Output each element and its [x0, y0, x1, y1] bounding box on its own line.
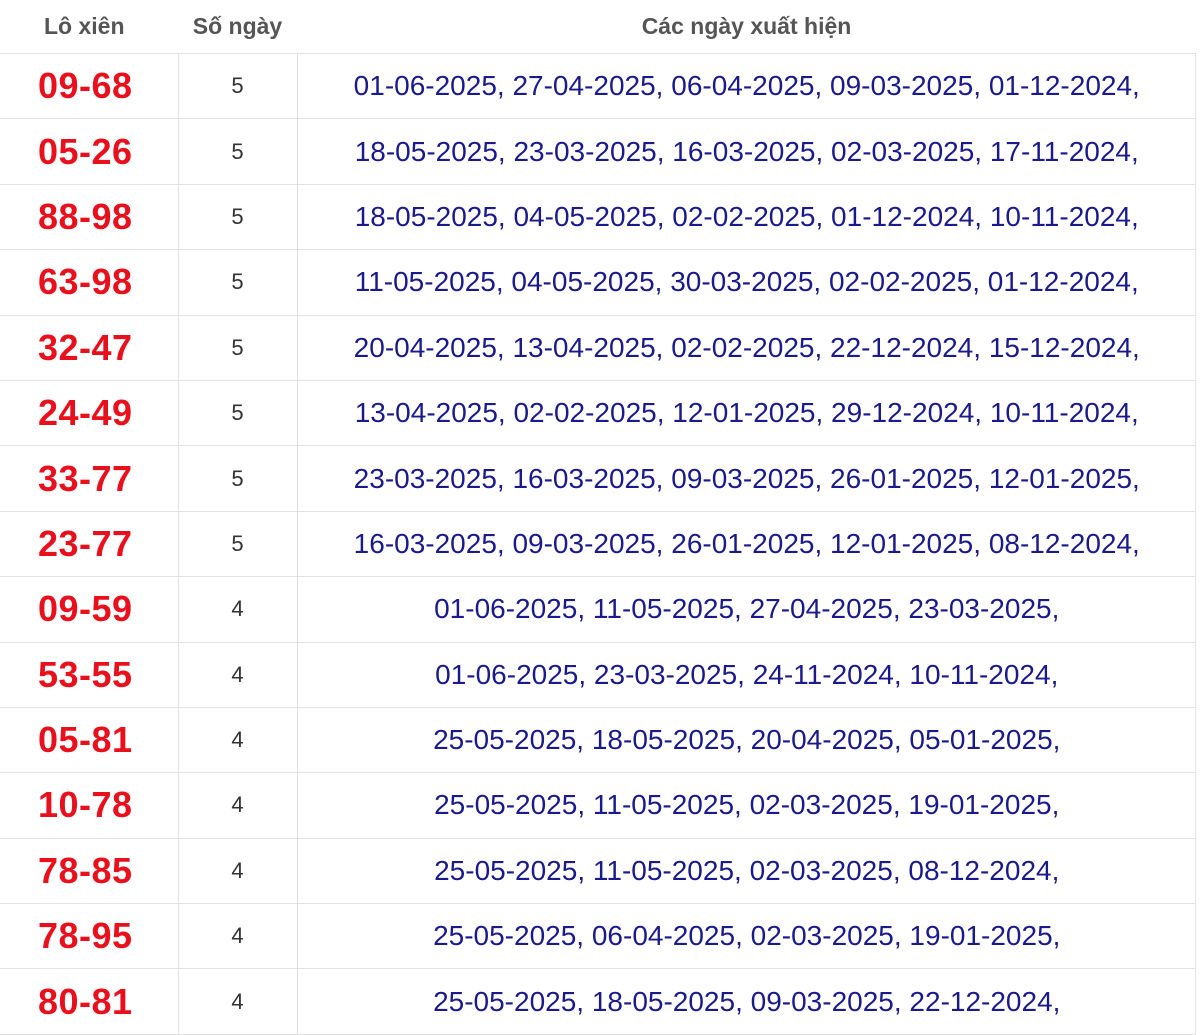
pair-cell: 10-78	[0, 772, 179, 839]
pair-cell: 23-77	[0, 511, 179, 578]
day-count-cell: 4	[178, 642, 298, 708]
table-row: 09-59 4 01-06-2025, 11-05-2025, 27-04-2025…	[0, 576, 1196, 643]
table-row: 05-26 5 18-05-2025, 23-03-2025, 16-03-2025…	[0, 118, 1196, 185]
day-count-cell: 5	[178, 445, 298, 512]
header-count: Số ngày	[178, 0, 297, 54]
dates-cell: 13-04-2025, 02-02-2025, 12-01-2025, 29-1…	[297, 380, 1196, 447]
table-row: 53-55 4 01-06-2025, 23-03-2025, 24-11-2024…	[0, 642, 1196, 708]
pair-cell: 24-49	[0, 380, 179, 447]
day-count-cell: 5	[178, 249, 298, 316]
table-row: 78-95 4 25-05-2025, 06-04-2025, 02-03-2025…	[0, 903, 1196, 970]
table-row: 05-81 4 25-05-2025, 18-05-2025, 20-04-2025…	[0, 707, 1196, 774]
day-count-cell: 4	[178, 968, 298, 1035]
dates-cell: 16-03-2025, 09-03-2025, 26-01-2025, 12-0…	[297, 511, 1196, 578]
header-dates: Các ngày xuất hiện	[297, 0, 1196, 54]
day-count-cell: 4	[178, 707, 298, 774]
pair-cell: 80-81	[0, 968, 179, 1035]
dates-cell: 01-06-2025, 11-05-2025, 27-04-2025, 23-0…	[297, 576, 1196, 643]
table-row: 23-77 5 16-03-2025, 09-03-2025, 26-01-2025…	[0, 511, 1196, 578]
day-count-cell: 4	[178, 838, 298, 905]
dates-cell: 11-05-2025, 04-05-2025, 30-03-2025, 02-0…	[297, 249, 1196, 316]
dates-cell: 23-03-2025, 16-03-2025, 09-03-2025, 26-0…	[297, 445, 1196, 512]
day-count-cell: 4	[178, 576, 298, 643]
table-row: 80-81 4 25-05-2025, 18-05-2025, 09-03-2025…	[0, 968, 1196, 1035]
table-row: 32-47 5 20-04-2025, 13-04-2025, 02-02-2025…	[0, 315, 1196, 381]
day-count-cell: 5	[178, 118, 298, 185]
header-pair: Lô xiên	[0, 0, 178, 54]
table-row: 63-98 5 11-05-2025, 04-05-2025, 30-03-2025…	[0, 249, 1196, 316]
day-count-cell: 4	[178, 903, 298, 970]
header-row: Lô xiên Số ngày Các ngày xuất hiện	[0, 0, 1196, 54]
pair-cell: 88-98	[0, 184, 179, 251]
dates-cell: 18-05-2025, 23-03-2025, 16-03-2025, 02-0…	[297, 118, 1196, 185]
pair-cell: 05-81	[0, 707, 179, 774]
table-row: 24-49 5 13-04-2025, 02-02-2025, 12-01-2025…	[0, 380, 1196, 447]
pair-cell: 78-85	[0, 838, 179, 905]
pair-cell: 33-77	[0, 445, 179, 512]
day-count-cell: 5	[178, 315, 298, 381]
table-row: 33-77 5 23-03-2025, 16-03-2025, 09-03-2025…	[0, 445, 1196, 512]
table-row: 88-98 5 18-05-2025, 04-05-2025, 02-02-2025…	[0, 184, 1196, 251]
table-row: 09-68 5 01-06-2025, 27-04-2025, 06-04-2025…	[0, 53, 1196, 120]
table-row: 10-78 4 25-05-2025, 11-05-2025, 02-03-2025…	[0, 772, 1196, 839]
pair-cell: 09-59	[0, 576, 179, 643]
table-body: 09-68 5 01-06-2025, 27-04-2025, 06-04-2025…	[0, 53, 1196, 1035]
day-count-cell: 5	[178, 511, 298, 578]
dates-cell: 25-05-2025, 06-04-2025, 02-03-2025, 19-0…	[297, 903, 1196, 970]
dates-cell: 01-06-2025, 27-04-2025, 06-04-2025, 09-0…	[297, 53, 1196, 120]
dates-cell: 20-04-2025, 13-04-2025, 02-02-2025, 22-1…	[297, 315, 1196, 381]
table-header: Lô xiên Số ngày Các ngày xuất hiện	[0, 0, 1196, 54]
dates-cell: 25-05-2025, 18-05-2025, 09-03-2025, 22-1…	[297, 968, 1196, 1035]
dates-cell: 18-05-2025, 04-05-2025, 02-02-2025, 01-1…	[297, 184, 1196, 251]
dates-cell: 25-05-2025, 11-05-2025, 02-03-2025, 19-0…	[297, 772, 1196, 839]
pair-cell: 63-98	[0, 249, 179, 316]
pair-cell: 32-47	[0, 315, 179, 381]
lottery-pair-table-container: Lô xiên Số ngày Các ngày xuất hiện 09-68…	[0, 0, 1196, 1035]
pair-cell: 09-68	[0, 53, 179, 120]
dates-cell: 01-06-2025, 23-03-2025, 24-11-2024, 10-1…	[297, 642, 1196, 708]
pair-cell: 53-55	[0, 642, 179, 708]
lottery-pair-table: Lô xiên Số ngày Các ngày xuất hiện 09-68…	[0, 0, 1196, 1035]
dates-cell: 25-05-2025, 11-05-2025, 02-03-2025, 08-1…	[297, 838, 1196, 905]
table-row: 78-85 4 25-05-2025, 11-05-2025, 02-03-2025…	[0, 838, 1196, 905]
day-count-cell: 5	[178, 380, 298, 447]
pair-cell: 78-95	[0, 903, 179, 970]
pair-cell: 05-26	[0, 118, 179, 185]
dates-cell: 25-05-2025, 18-05-2025, 20-04-2025, 05-0…	[297, 707, 1196, 774]
day-count-cell: 4	[178, 772, 298, 839]
day-count-cell: 5	[178, 53, 298, 120]
day-count-cell: 5	[178, 184, 298, 251]
